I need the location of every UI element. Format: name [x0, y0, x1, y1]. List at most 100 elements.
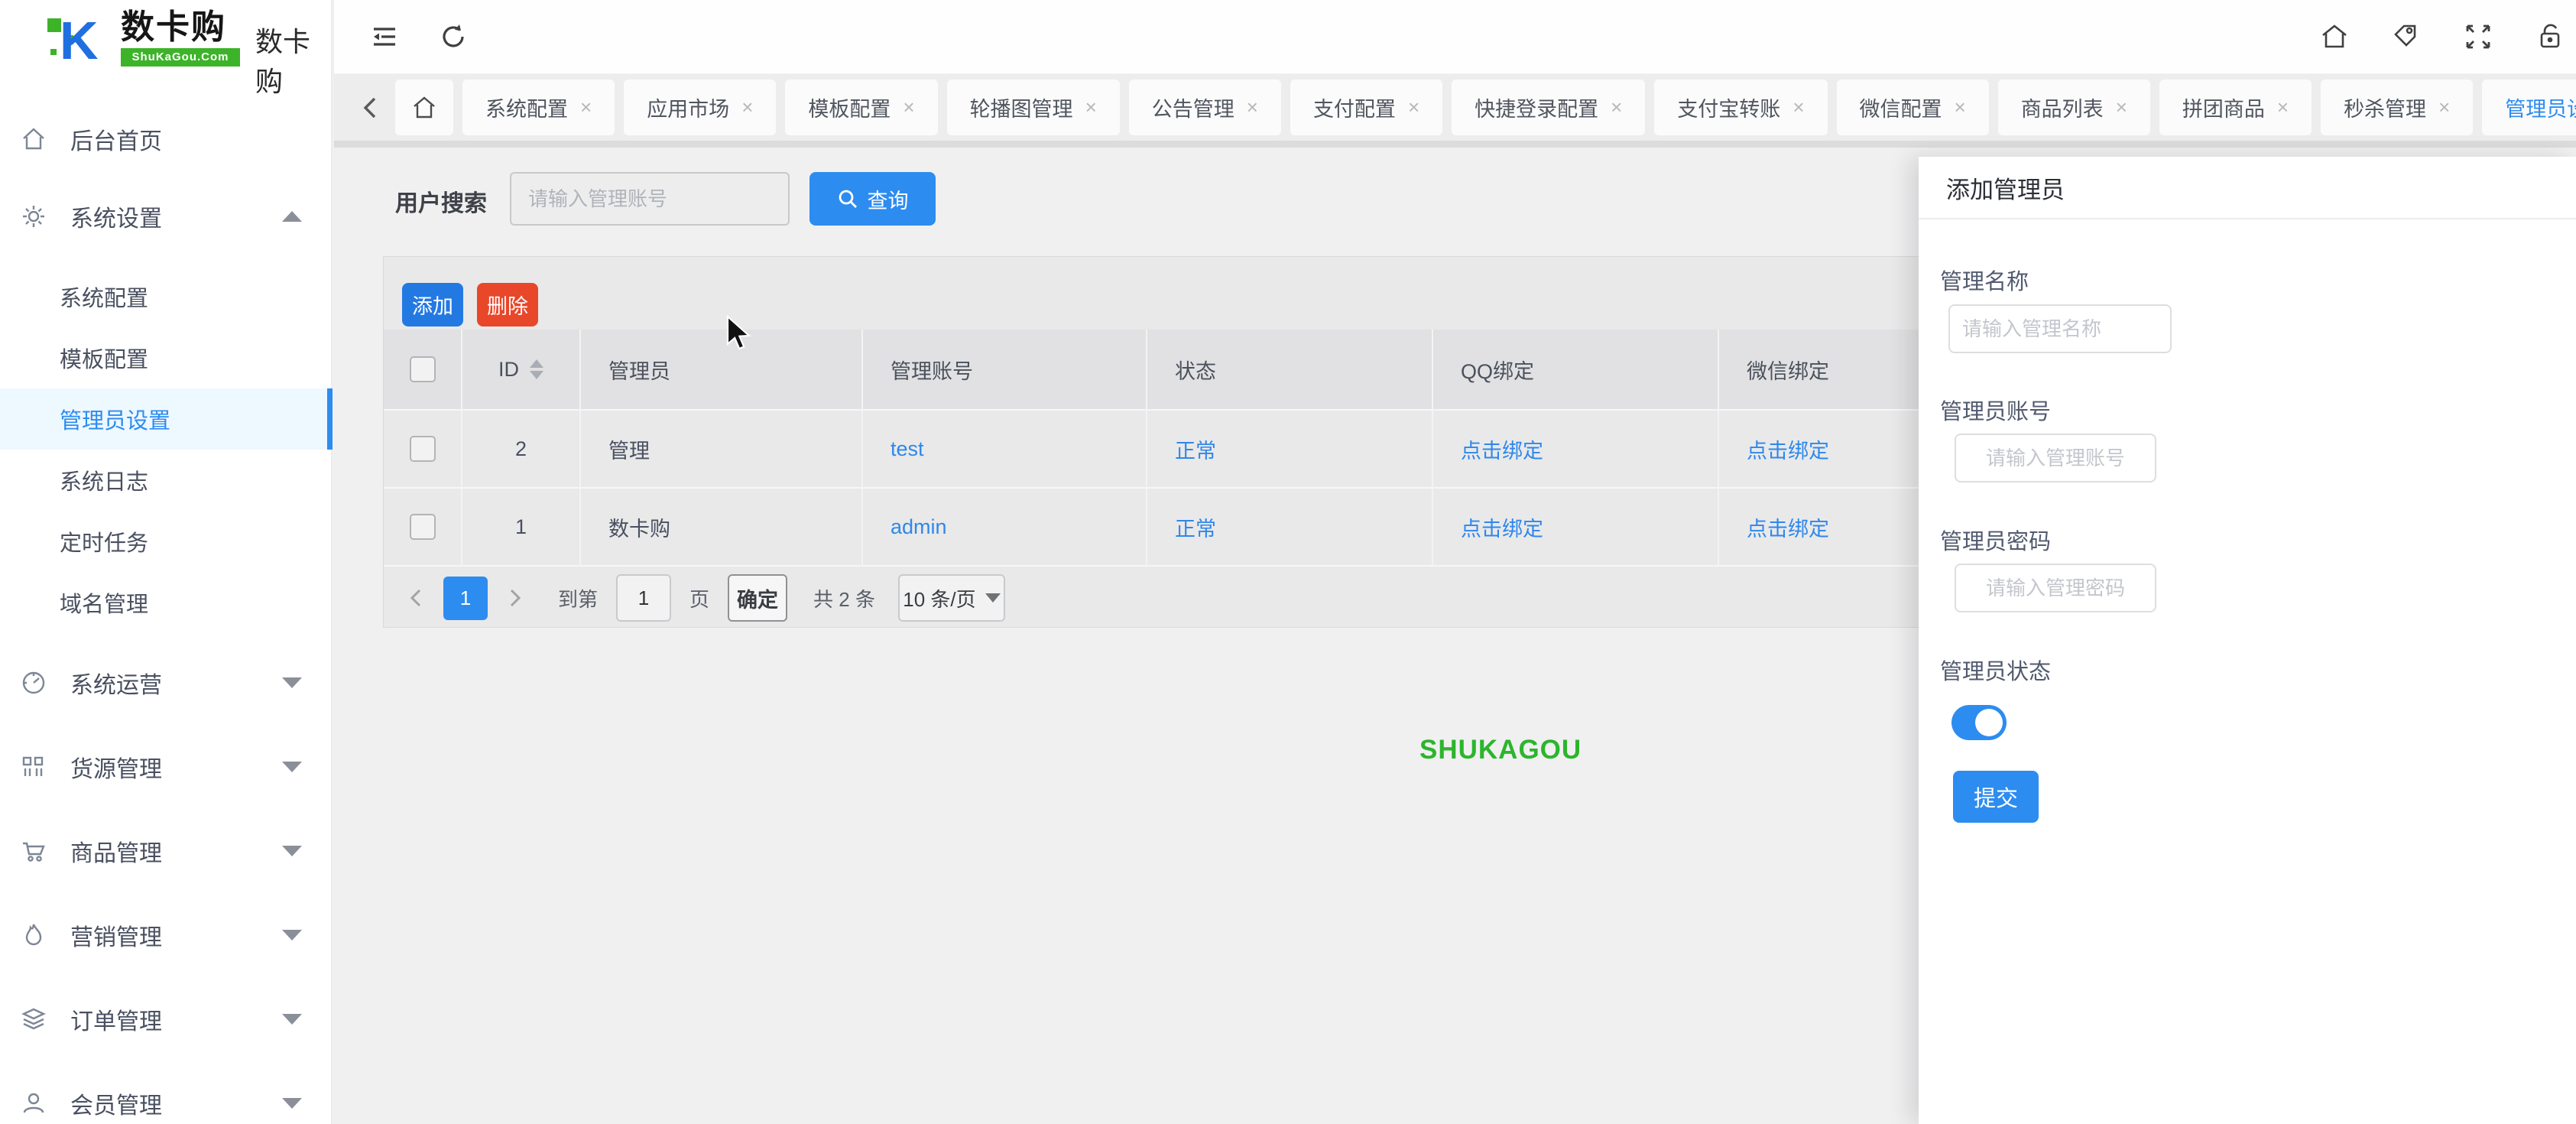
sidebar-group-goods[interactable]: 商品管理	[0, 818, 333, 884]
next-page-button[interactable]	[500, 587, 530, 609]
page-number-current[interactable]: 1	[443, 577, 488, 620]
tab-admin-settings[interactable]: 管理员设置×	[2482, 80, 2576, 135]
close-tab-icon[interactable]: ×	[1085, 96, 1097, 119]
cell-id: 2	[462, 411, 581, 489]
search-input[interactable]	[510, 172, 790, 226]
sidebar-item-home[interactable]: 后台首页	[0, 109, 333, 170]
admin-status-label: 管理员状态	[1940, 654, 2051, 686]
tag-button[interactable]	[2386, 17, 2426, 57]
sidebar-item-cron-tasks[interactable]: 定时任务	[0, 511, 333, 572]
tab-notice-manage[interactable]: 公告管理 ×	[1129, 80, 1281, 135]
flame-icon	[11, 921, 57, 949]
tab-group-goods[interactable]: 拼团商品 ×	[2159, 80, 2312, 135]
tab-label: 拼团商品	[2182, 93, 2265, 122]
sidebar-item-template-config[interactable]: 模板配置	[0, 327, 333, 388]
wechat-bind-link[interactable]: 点击绑定	[1747, 434, 1829, 464]
close-tab-icon[interactable]: ×	[1247, 96, 1258, 119]
sidebar-item-system-config[interactable]: 系统配置	[0, 266, 333, 327]
tab-goods-list[interactable]: 商品列表 ×	[1998, 80, 2150, 135]
close-tab-icon[interactable]: ×	[2277, 96, 2289, 119]
wechat-bind-link[interactable]: 点击绑定	[1747, 512, 1829, 542]
goto-confirm-button[interactable]: 确定	[728, 574, 787, 622]
prev-page-button[interactable]	[401, 587, 431, 609]
row-checkbox[interactable]	[410, 514, 436, 540]
tab-payment-config[interactable]: 支付配置×	[1290, 80, 1442, 135]
close-tab-icon[interactable]: ×	[1611, 96, 1622, 119]
tab-label: 商品列表	[2021, 93, 2104, 122]
add-button[interactable]: 添加	[402, 283, 463, 326]
close-tab-icon[interactable]: ×	[903, 96, 914, 119]
admin-name-input[interactable]	[1948, 304, 2172, 353]
admin-status-toggle[interactable]	[1951, 705, 2007, 740]
tag-icon	[2391, 21, 2422, 52]
tab-quick-login-config[interactable]: 快捷登录配置×	[1452, 80, 1645, 135]
admin-password-input[interactable]	[1955, 564, 2156, 612]
gauge-icon	[11, 669, 57, 697]
close-tab-icon[interactable]: ×	[580, 96, 592, 119]
close-tab-icon[interactable]: ×	[741, 96, 753, 119]
select-all-checkbox[interactable]	[410, 356, 436, 382]
tab-seckill-manage[interactable]: 秒杀管理×	[2321, 80, 2473, 135]
column-header-id[interactable]: ID	[462, 330, 581, 411]
qq-bind-link[interactable]: 点击绑定	[1461, 512, 1543, 542]
goto-page-input[interactable]	[616, 574, 671, 622]
page-size-select[interactable]: 10 条/页	[898, 574, 1005, 622]
tab-app-market[interactable]: 应用市场×	[624, 80, 776, 135]
submit-button[interactable]: 提交	[1953, 771, 2039, 823]
tab-label: 公告管理	[1152, 93, 1234, 122]
search-label: 用户搜索	[395, 184, 487, 218]
cell-account-link[interactable]: admin	[891, 515, 947, 539]
query-button[interactable]: 查询	[809, 172, 936, 226]
sidebar-item-system-log[interactable]: 系统日志	[0, 450, 333, 511]
sidebar-group-label: 会员管理	[70, 1087, 162, 1120]
sidebar-group-members[interactable]: 会员管理	[0, 1070, 333, 1124]
admin-account-input[interactable]	[1955, 434, 2156, 482]
sidebar-group-label: 系统设置	[70, 200, 162, 233]
sidebar-group-orders[interactable]: 订单管理	[0, 986, 333, 1052]
cell-name: 数卡购	[581, 489, 863, 567]
close-tab-icon[interactable]: ×	[1408, 96, 1419, 119]
sort-icon[interactable]	[530, 359, 543, 379]
cell-account-link[interactable]: test	[891, 437, 924, 461]
sidebar-group-supply[interactable]: 货源管理	[0, 734, 333, 800]
column-label: ID	[498, 358, 519, 382]
sidebar-item-label: 系统配置	[60, 281, 148, 313]
admin-password-label: 管理员密码	[1940, 524, 2051, 556]
sidebar-group-label: 货源管理	[70, 750, 162, 784]
cell-name: 管理	[581, 411, 863, 489]
query-button-label: 查询	[868, 184, 909, 214]
user-icon	[11, 1090, 57, 1117]
sidebar-item-admin-settings[interactable]: 管理员设置	[0, 388, 333, 450]
close-tab-icon[interactable]: ×	[1792, 96, 1804, 119]
row-checkbox[interactable]	[410, 436, 436, 462]
tab-wechat-config[interactable]: 微信配置×	[1837, 80, 1989, 135]
lock-button[interactable]	[2530, 17, 2570, 57]
tab-system-config[interactable]: 系统配置 ×	[462, 80, 615, 135]
go-home-button[interactable]	[2315, 17, 2354, 57]
qq-bind-link[interactable]: 点击绑定	[1461, 434, 1543, 464]
sidebar-group-operations[interactable]: 系统运营	[0, 650, 333, 716]
tab-alipay-transfer[interactable]: 支付宝转账×	[1654, 80, 1827, 135]
cell-status[interactable]: 正常	[1175, 512, 1216, 542]
tabs-scroll-left-button[interactable]	[354, 80, 386, 135]
sidebar-item-domain-manage[interactable]: 域名管理	[0, 572, 333, 633]
tab-banner-manage[interactable]: 轮播图管理×	[947, 80, 1120, 135]
close-tab-icon[interactable]: ×	[2438, 96, 2450, 119]
collapse-sidebar-button[interactable]	[365, 17, 404, 57]
sidebar-item-label: 域名管理	[60, 586, 148, 619]
tab-template-config[interactable]: 模板配置×	[785, 80, 937, 135]
brand-logo[interactable]: K 数卡购 ShuKaGou.Com 数卡购	[0, 0, 333, 76]
column-header-name: 管理员	[581, 330, 863, 411]
delete-button[interactable]: 删除	[477, 283, 538, 326]
refresh-button[interactable]	[433, 17, 473, 57]
sidebar-group-marketing[interactable]: 营销管理	[0, 902, 333, 968]
sidebar-group-settings[interactable]: 系统设置	[0, 184, 333, 249]
close-tab-icon[interactable]: ×	[1955, 96, 1966, 119]
sidebar-item-label: 后台首页	[70, 122, 162, 156]
tab-label: 系统配置	[485, 93, 568, 122]
table-row: 2 管理 test 正常 点击绑定 点击绑定	[384, 411, 2094, 489]
cell-status[interactable]: 正常	[1175, 434, 1216, 464]
close-tab-icon[interactable]: ×	[2116, 96, 2127, 119]
tab-home[interactable]	[395, 80, 453, 135]
fullscreen-button[interactable]	[2458, 17, 2498, 57]
